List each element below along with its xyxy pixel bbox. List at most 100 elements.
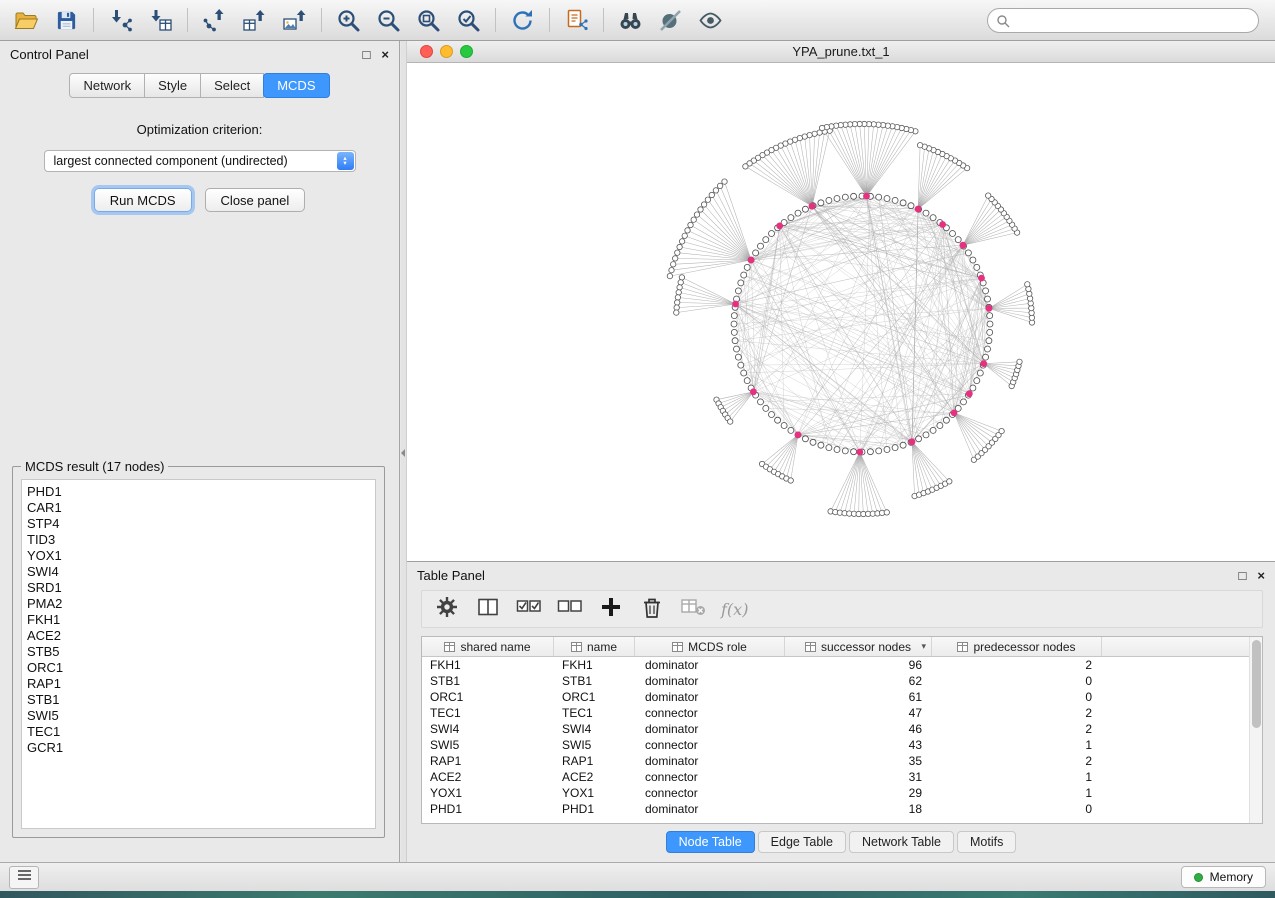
network-canvas[interactable] [407,63,1275,561]
tab-network[interactable]: Network [69,73,145,98]
memory-button[interactable]: Memory [1181,866,1266,888]
float-panel-icon[interactable]: □ [363,48,371,61]
table-row[interactable]: PHD1PHD1dominator180 [422,801,1262,817]
export-table-button[interactable] [238,5,271,35]
mcds-result-node[interactable]: RAP1 [27,676,370,692]
delete-table-button[interactable] [680,596,706,622]
zoom-out-button[interactable] [372,5,405,35]
mcds-result-node[interactable]: STB1 [27,692,370,708]
add-column-button[interactable] [598,596,624,622]
mcds-result-node[interactable]: TEC1 [27,724,370,740]
table-scrollbar[interactable] [1249,637,1262,823]
open-session-button[interactable] [10,5,43,35]
mcds-result-node[interactable]: CAR1 [27,500,370,516]
cell: 2 [932,754,1102,768]
mcds-result-node[interactable]: FKH1 [27,612,370,628]
mcds-result-node[interactable]: SRD1 [27,580,370,596]
export-network-button[interactable] [198,5,231,35]
minimize-window-icon[interactable] [440,45,453,58]
criterion-dropdown[interactable]: largest connected component (undirected)… [44,150,356,172]
import-network-button[interactable] [104,5,137,35]
scrollbar-thumb[interactable] [1252,640,1261,728]
tab-motifs[interactable]: Motifs [957,831,1016,853]
zoom-selected-button[interactable] [452,5,485,35]
function-builder-button[interactable]: f(x) [721,596,748,622]
share-network-button[interactable] [560,5,593,35]
table-row[interactable]: ORC1ORC1dominator610 [422,689,1262,705]
column-header-successor-nodes[interactable]: successor nodes▾ [785,637,932,656]
mcds-result-node[interactable]: ACE2 [27,628,370,644]
mcds-result-node[interactable]: TID3 [27,532,370,548]
float-table-panel-icon[interactable]: □ [1239,569,1247,582]
mcds-result-list[interactable]: PHD1CAR1STP4TID3YOX1SWI4SRD1PMA2FKH1ACE2… [21,479,376,829]
column-header-shared-name[interactable]: shared name [422,637,554,656]
table-row[interactable]: STB1STB1dominator620 [422,673,1262,689]
close-panel-icon[interactable]: × [381,48,389,61]
zoom-fit-button[interactable] [412,5,445,35]
delete-column-button[interactable] [639,596,665,622]
show-hide-button[interactable] [694,5,727,35]
cell: ORC1 [422,690,554,704]
table-mode-gear-button[interactable] [434,596,460,622]
mcds-result-node[interactable]: YOX1 [27,548,370,564]
select-all-button[interactable] [516,596,542,622]
export-image-icon [282,8,307,33]
show-columns-button[interactable] [475,596,501,622]
save-session-button[interactable] [50,5,83,35]
mcds-result-node[interactable]: ORC1 [27,660,370,676]
column-header-MCDS-role[interactable]: MCDS role [635,637,785,656]
export-image-button[interactable] [278,5,311,35]
close-window-icon[interactable] [420,45,433,58]
column-header-predecessor-nodes[interactable]: predecessor nodes [932,637,1102,656]
toolbar-separator [603,8,604,32]
table-row[interactable]: FKH1FKH1dominator962 [422,657,1262,673]
toolbar-separator [187,8,188,32]
toolbar-separator [93,8,94,32]
tab-select[interactable]: Select [200,73,264,98]
mcds-result-node[interactable]: SWI5 [27,708,370,724]
tab-node-table[interactable]: Node Table [666,831,755,853]
mcds-result-node[interactable]: SWI4 [27,564,370,580]
apply-style-button[interactable] [654,5,687,35]
tab-style[interactable]: Style [144,73,201,98]
mcds-result-node[interactable]: GCR1 [27,740,370,756]
mcds-result-node[interactable]: STB5 [27,644,370,660]
table-row[interactable]: RAP1RAP1dominator352 [422,753,1262,769]
find-button[interactable] [614,5,647,35]
table-header: shared namenameMCDS rolesuccessor nodes▾… [422,637,1262,657]
cell: 46 [785,722,932,736]
import-table-button[interactable] [144,5,177,35]
tab-mcds[interactable]: MCDS [263,73,329,98]
apply-style-icon [658,8,683,33]
mcds-result-node[interactable]: PMA2 [27,596,370,612]
zoom-in-button[interactable] [332,5,365,35]
column-header-name[interactable]: name [554,637,635,656]
task-history-button[interactable] [9,866,39,889]
table-row[interactable]: TEC1TEC1connector472 [422,705,1262,721]
refresh-button[interactable] [506,5,539,35]
tab-network-table[interactable]: Network Table [849,831,954,853]
cell: YOX1 [422,786,554,800]
table-row[interactable]: SWI5SWI5connector431 [422,737,1262,753]
deselect-all-button[interactable] [557,596,583,622]
run-mcds-button[interactable]: Run MCDS [94,188,192,212]
maximize-window-icon[interactable] [460,45,473,58]
cell: RAP1 [554,754,635,768]
close-table-panel-icon[interactable]: × [1257,569,1265,582]
table-row[interactable]: ACE2ACE2connector311 [422,769,1262,785]
cell: dominator [635,690,785,704]
cell: 0 [932,690,1102,704]
tab-edge-table[interactable]: Edge Table [758,831,846,853]
zoom-out-icon [376,8,401,33]
mcds-result-node[interactable]: PHD1 [27,484,370,500]
table-row[interactable]: SWI4SWI4dominator462 [422,721,1262,737]
table-row[interactable]: YOX1YOX1connector291 [422,785,1262,801]
search-input[interactable] [987,8,1259,33]
cell: 61 [785,690,932,704]
cell: connector [635,738,785,752]
close-panel-button[interactable]: Close panel [205,188,306,212]
cell: PHD1 [422,802,554,816]
mcds-result-node[interactable]: STP4 [27,516,370,532]
cell: ACE2 [554,770,635,784]
network-window-titlebar[interactable]: YPA_prune.txt_1 [407,41,1275,63]
